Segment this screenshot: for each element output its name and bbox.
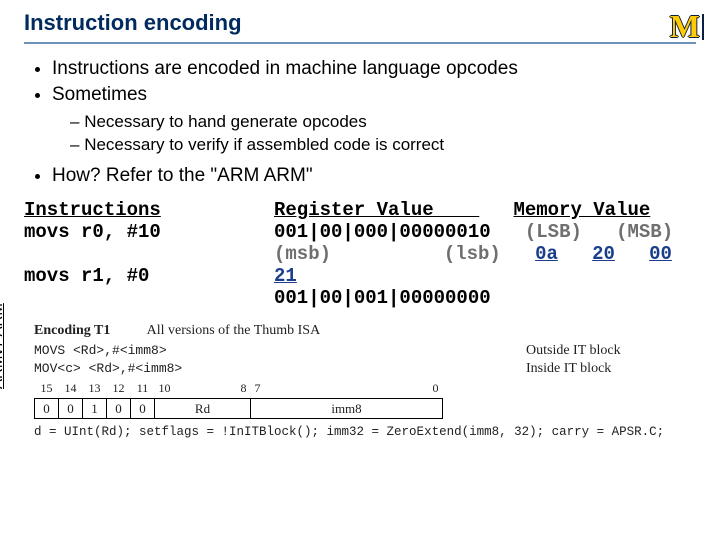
bh-12: 12 bbox=[107, 379, 131, 399]
note-1: Outside IT block bbox=[526, 343, 696, 359]
bh-0: 0 bbox=[347, 379, 443, 399]
bc-4: 0 bbox=[131, 399, 155, 419]
bullet-list: Instructions are encoded in machine lang… bbox=[52, 56, 696, 189]
encoding-content: Encoding T1 All versions of the Thumb IS… bbox=[34, 323, 696, 440]
bh-14: 14 bbox=[59, 379, 83, 399]
encoding-left: Encoding T1 All versions of the Thumb IS… bbox=[34, 323, 320, 339]
value-row-mid: (msb) (lsb) 0a 20 00 21 bbox=[274, 243, 696, 287]
armv7-label: ARMv7 ARM bbox=[0, 303, 6, 389]
instructions-header: Instructions bbox=[24, 199, 254, 221]
bullet-2-text: Sometimes bbox=[52, 84, 147, 105]
instruction-1: movs r0, #10 bbox=[24, 221, 254, 243]
syntax-row-1: MOVS <Rd>,#<imm8> Outside IT block bbox=[34, 343, 696, 359]
hex-b: 20 bbox=[592, 243, 615, 265]
msb-label: (msb) bbox=[274, 243, 331, 265]
bit-table: 15 14 13 12 11 10 8 7 0 0 0 1 0 0 Rd imm… bbox=[34, 379, 443, 420]
encoding-label: Encoding T1 bbox=[34, 323, 110, 338]
memory-value-header: Memory Value bbox=[513, 199, 650, 221]
bullet-2-sublist: Necessary to hand generate opcodes Neces… bbox=[70, 111, 696, 157]
syntax-2: MOV<c> <Rd>,#<imm8> bbox=[34, 361, 182, 377]
bh-7: 7 bbox=[251, 379, 347, 399]
hex-a: 0a bbox=[535, 243, 558, 265]
bullet-2b: Necessary to verify if assembled code is… bbox=[70, 134, 696, 157]
syntax-row-2: MOV<c> <Rd>,#<imm8> Inside IT block bbox=[34, 361, 696, 377]
bullet-2a: Necessary to hand generate opcodes bbox=[70, 111, 696, 134]
bc-3: 0 bbox=[107, 399, 131, 419]
value-row-1: 001|00|000|00000010 (LSB) (MSB) bbox=[274, 221, 696, 243]
hex-d: 21 bbox=[274, 265, 297, 287]
bc-0: 0 bbox=[35, 399, 59, 419]
bullet-2: Sometimes Necessary to hand generate opc… bbox=[52, 82, 696, 158]
bc-imm: imm8 bbox=[251, 399, 443, 419]
syntax-1: MOVS <Rd>,#<imm8> bbox=[34, 343, 167, 359]
slide-title: Instruction encoding bbox=[24, 10, 696, 36]
values-header: Register Value Memory Value bbox=[274, 199, 696, 221]
bullet-3: How? Refer to the "ARM ARM" bbox=[52, 163, 696, 189]
bh-15: 15 bbox=[35, 379, 59, 399]
bc-2: 1 bbox=[83, 399, 107, 419]
university-logo: M bbox=[670, 8, 704, 45]
title-underline bbox=[24, 42, 696, 44]
bit-header-row: 15 14 13 12 11 10 8 7 0 bbox=[35, 379, 443, 399]
bit-value-row: 0 0 1 0 0 Rd imm8 bbox=[35, 399, 443, 419]
bc-1: 0 bbox=[59, 399, 83, 419]
instruction-2: movs r1, #0 bbox=[24, 265, 254, 287]
bullet-1: Instructions are encoded in machine lang… bbox=[52, 56, 696, 82]
logo-bar bbox=[702, 14, 704, 40]
bh-13: 13 bbox=[83, 379, 107, 399]
bh-8: 8 bbox=[211, 379, 251, 399]
mem-msb-label: (MSB) bbox=[616, 221, 673, 243]
note-2: Inside IT block bbox=[526, 361, 696, 377]
encoding-diagram: ARMv7 ARM Encoding T1 All versions of th… bbox=[24, 323, 696, 440]
mem-lsb-label: (LSB) bbox=[525, 221, 582, 243]
register-value-1: 001|00|000|00000010 bbox=[274, 221, 491, 243]
bh-11: 11 bbox=[131, 379, 155, 399]
bc-rd: Rd bbox=[155, 399, 251, 419]
encoding-desc: All versions of the Thumb ISA bbox=[147, 323, 321, 338]
hex-c: 00 bbox=[649, 243, 672, 265]
logo-letter: M bbox=[670, 8, 698, 45]
register-value-2: 001|00|001|00000000 bbox=[274, 287, 696, 309]
values-column: Register Value Memory Value 001|00|000|0… bbox=[274, 199, 696, 309]
instructions-column: Instructions movs r0, #10 movs r1, #0 bbox=[24, 199, 254, 309]
encoding-pseudocode: d = UInt(Rd); setflags = !InITBlock(); i… bbox=[34, 425, 696, 439]
code-example-row: Instructions movs r0, #10 movs r1, #0 Re… bbox=[24, 199, 696, 309]
register-value-header: Register Value bbox=[274, 199, 479, 221]
bh-10: 10 bbox=[155, 379, 211, 399]
lsb-label: (lsb) bbox=[444, 243, 501, 265]
encoding-top-row: Encoding T1 All versions of the Thumb IS… bbox=[34, 323, 696, 339]
